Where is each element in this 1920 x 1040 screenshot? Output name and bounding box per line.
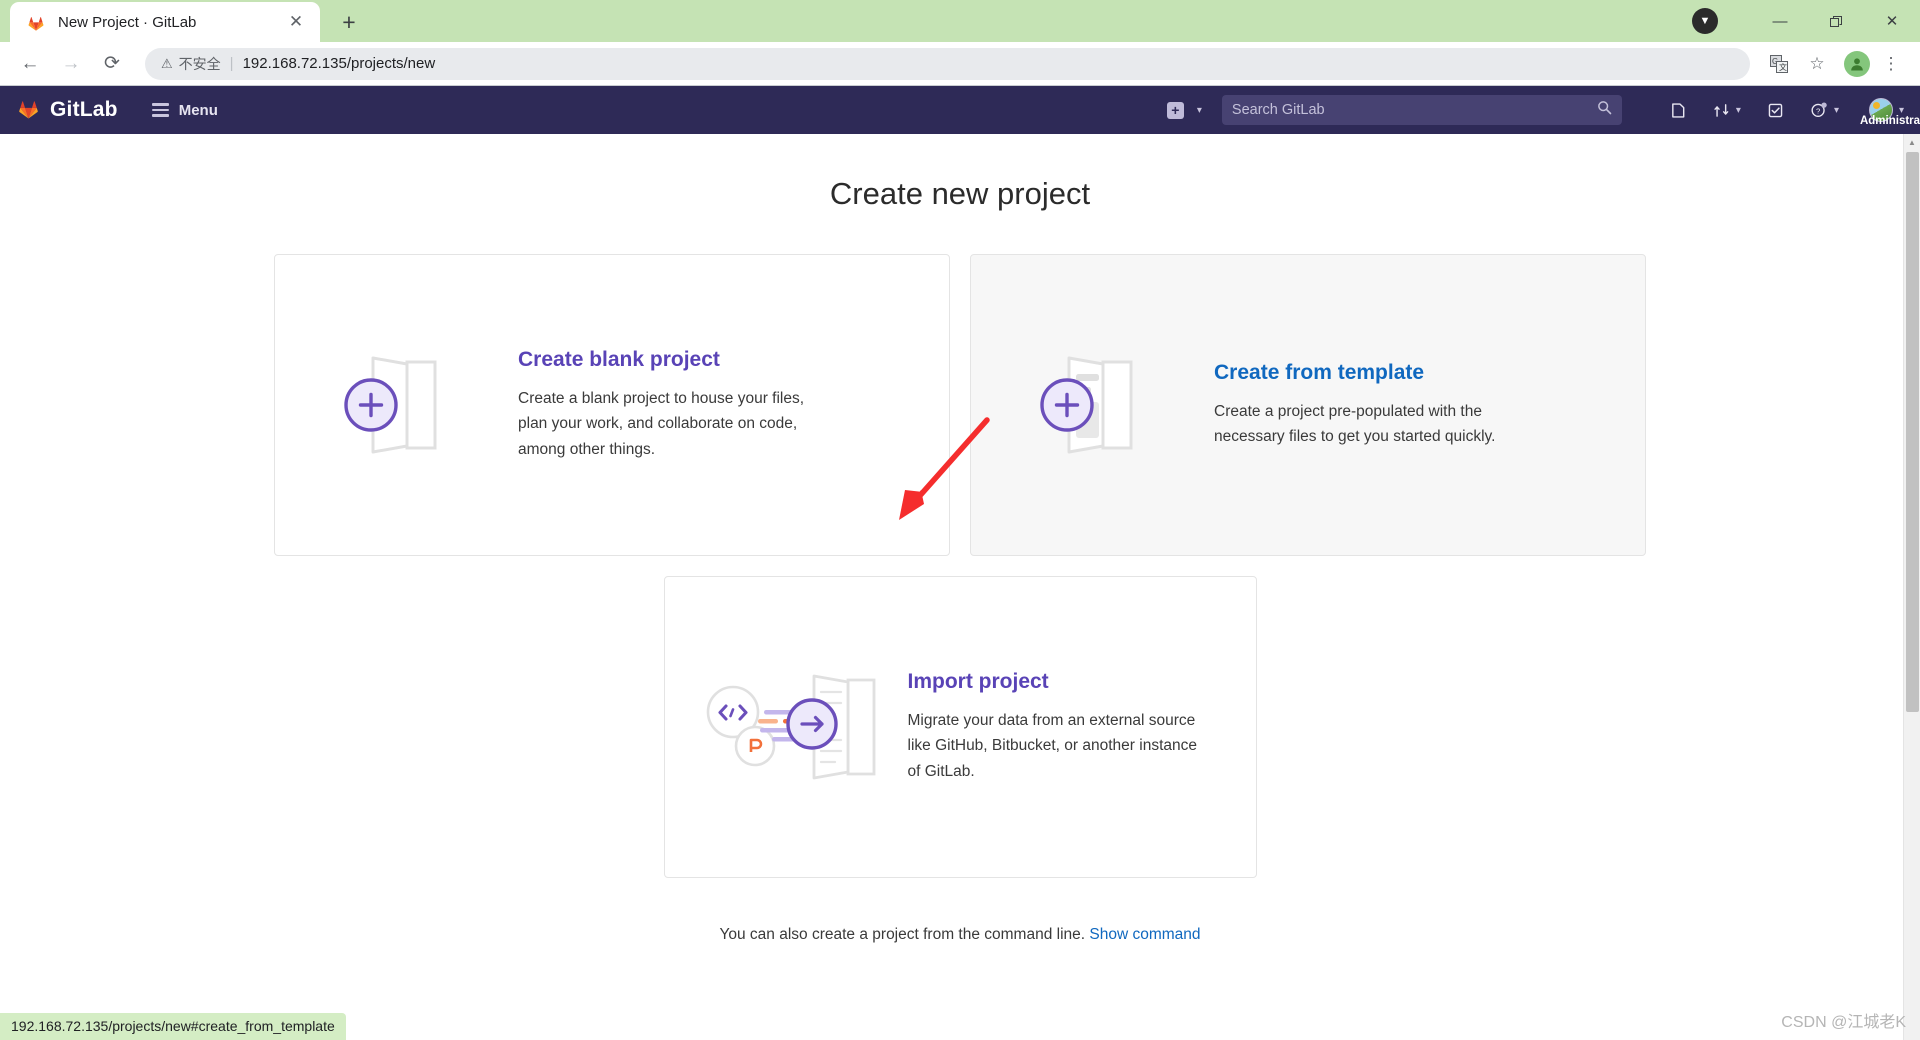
scrollbar-thumb[interactable]: [1906, 152, 1919, 712]
search-input[interactable]: Search GitLab: [1222, 95, 1622, 125]
search-placeholder: Search GitLab: [1232, 102, 1597, 118]
not-secure-warning-icon: ⚠: [161, 56, 173, 72]
chevron-down-icon: ▾: [1899, 105, 1904, 116]
forward-arrow-icon[interactable]: →: [53, 46, 89, 82]
page-title: Create new project: [95, 176, 1825, 212]
import-project-icon: [693, 647, 908, 807]
create-new-button[interactable]: + ▾: [1167, 102, 1202, 119]
gitlab-navbar-right: ▾ ? ▾ ▾ Administrato: [1644, 98, 1904, 122]
merge-requests-icon[interactable]: ▾: [1713, 102, 1741, 119]
status-bar-url: 192.168.72.135/projects/new#create_from_…: [0, 1013, 346, 1040]
svg-text:?: ?: [1816, 106, 1821, 115]
card-title-create-from-template[interactable]: Create from template: [1214, 361, 1597, 385]
page-content: Create new project Create blank project …: [0, 134, 1920, 1040]
user-menu[interactable]: ▾ Administrato: [1869, 98, 1904, 122]
chevron-down-icon: ▾: [1197, 105, 1202, 116]
card-description: Create a blank project to house your fil…: [518, 386, 818, 461]
gitlab-menu-label: Menu: [179, 102, 218, 119]
browser-tab-strip: New Project · GitLab ✕ + ▼ — ✕: [0, 0, 1920, 42]
minimize-icon[interactable]: —: [1752, 0, 1808, 42]
card-body: Create from template Create a project pr…: [1214, 361, 1617, 449]
gitlab-fox-logo-icon: [16, 95, 41, 125]
user-name-label: Administrato: [1860, 115, 1920, 127]
gitlab-navbar-center: + ▾ Search GitLab: [1167, 95, 1622, 125]
search-icon: [1597, 100, 1612, 120]
gitlab-brand-label: GitLab: [50, 98, 118, 122]
watermark: CSDN @江城老K: [1781, 1008, 1906, 1032]
gitlab-fox-icon: [26, 12, 46, 32]
back-arrow-icon[interactable]: ←: [12, 46, 48, 82]
card-title-create-blank-project[interactable]: Create blank project: [518, 348, 901, 372]
card-description: Create a project pre-populated with the …: [1214, 399, 1514, 449]
command-line-note-text: You can also create a project from the c…: [719, 926, 1085, 943]
card-import-project[interactable]: Import project Migrate your data from an…: [664, 576, 1257, 878]
reload-icon[interactable]: ⟳: [94, 46, 130, 82]
new-tab-button[interactable]: +: [332, 5, 366, 39]
card-title-import-project[interactable]: Import project: [908, 670, 1208, 694]
help-icon[interactable]: ? ▾: [1810, 101, 1839, 119]
security-label: 不安全: [179, 54, 221, 74]
window-close-icon[interactable]: ✕: [1864, 0, 1920, 42]
todos-icon[interactable]: [1767, 102, 1784, 119]
chevron-down-icon: ▾: [1834, 105, 1839, 116]
card-body: Create blank project Create a blank proj…: [518, 348, 921, 461]
gitlab-home-link[interactable]: GitLab: [16, 95, 118, 125]
template-project-icon: [999, 325, 1214, 485]
browser-toolbar: ← → ⟳ ⚠ 不安全 | 192.168.72.135/projects/ne…: [0, 42, 1920, 86]
translate-icon[interactable]: G文: [1762, 47, 1796, 81]
card-create-blank-project[interactable]: Create blank project Create a blank proj…: [274, 254, 950, 556]
toolbar-right-icons: G文 ☆ ⋮: [1758, 47, 1908, 81]
profile-avatar-icon[interactable]: [1844, 51, 1870, 77]
issues-icon[interactable]: [1670, 102, 1687, 119]
command-line-note: You can also create a project from the c…: [95, 926, 1825, 944]
omnibox-divider: |: [230, 55, 234, 72]
page-inner: Create new project Create blank project …: [95, 134, 1825, 944]
download-arrow-icon[interactable]: ▼: [1692, 8, 1718, 34]
blank-project-icon: [303, 325, 518, 485]
browser-tab-title: New Project · GitLab: [58, 14, 284, 31]
address-bar[interactable]: ⚠ 不安全 | 192.168.72.135/projects/new: [145, 48, 1750, 80]
project-option-grid: Create blank project Create a blank proj…: [95, 254, 1825, 556]
restore-icon[interactable]: [1808, 0, 1864, 42]
card-description: Migrate your data from an external sourc…: [908, 708, 1208, 783]
card-create-from-template[interactable]: Create from template Create a project pr…: [970, 254, 1646, 556]
address-bar-url: 192.168.72.135/projects/new: [243, 55, 436, 72]
card-body: Import project Migrate your data from an…: [908, 670, 1228, 783]
plus-square-icon: +: [1167, 102, 1184, 119]
browser-tab[interactable]: New Project · GitLab ✕: [10, 2, 320, 42]
vertical-scrollbar[interactable]: ▲: [1903, 134, 1920, 1040]
gitlab-navbar: GitLab Menu + ▾ Search GitLab ▾ ? ▾: [0, 86, 1920, 134]
chevron-down-icon: ▾: [1736, 105, 1741, 116]
scroll-up-icon[interactable]: ▲: [1904, 134, 1920, 151]
tab-close-icon[interactable]: ✕: [284, 10, 308, 34]
show-command-link[interactable]: Show command: [1089, 926, 1200, 943]
svg-text:文: 文: [1779, 62, 1787, 72]
star-bookmark-icon[interactable]: ☆: [1800, 47, 1834, 81]
window-controls: ▼ — ✕: [1692, 0, 1920, 42]
gitlab-menu-button[interactable]: Menu: [152, 102, 218, 119]
project-option-grid-row2: Import project Migrate your data from an…: [95, 576, 1825, 878]
hamburger-icon: [152, 103, 169, 117]
three-dot-menu-icon[interactable]: ⋮: [1874, 47, 1908, 81]
